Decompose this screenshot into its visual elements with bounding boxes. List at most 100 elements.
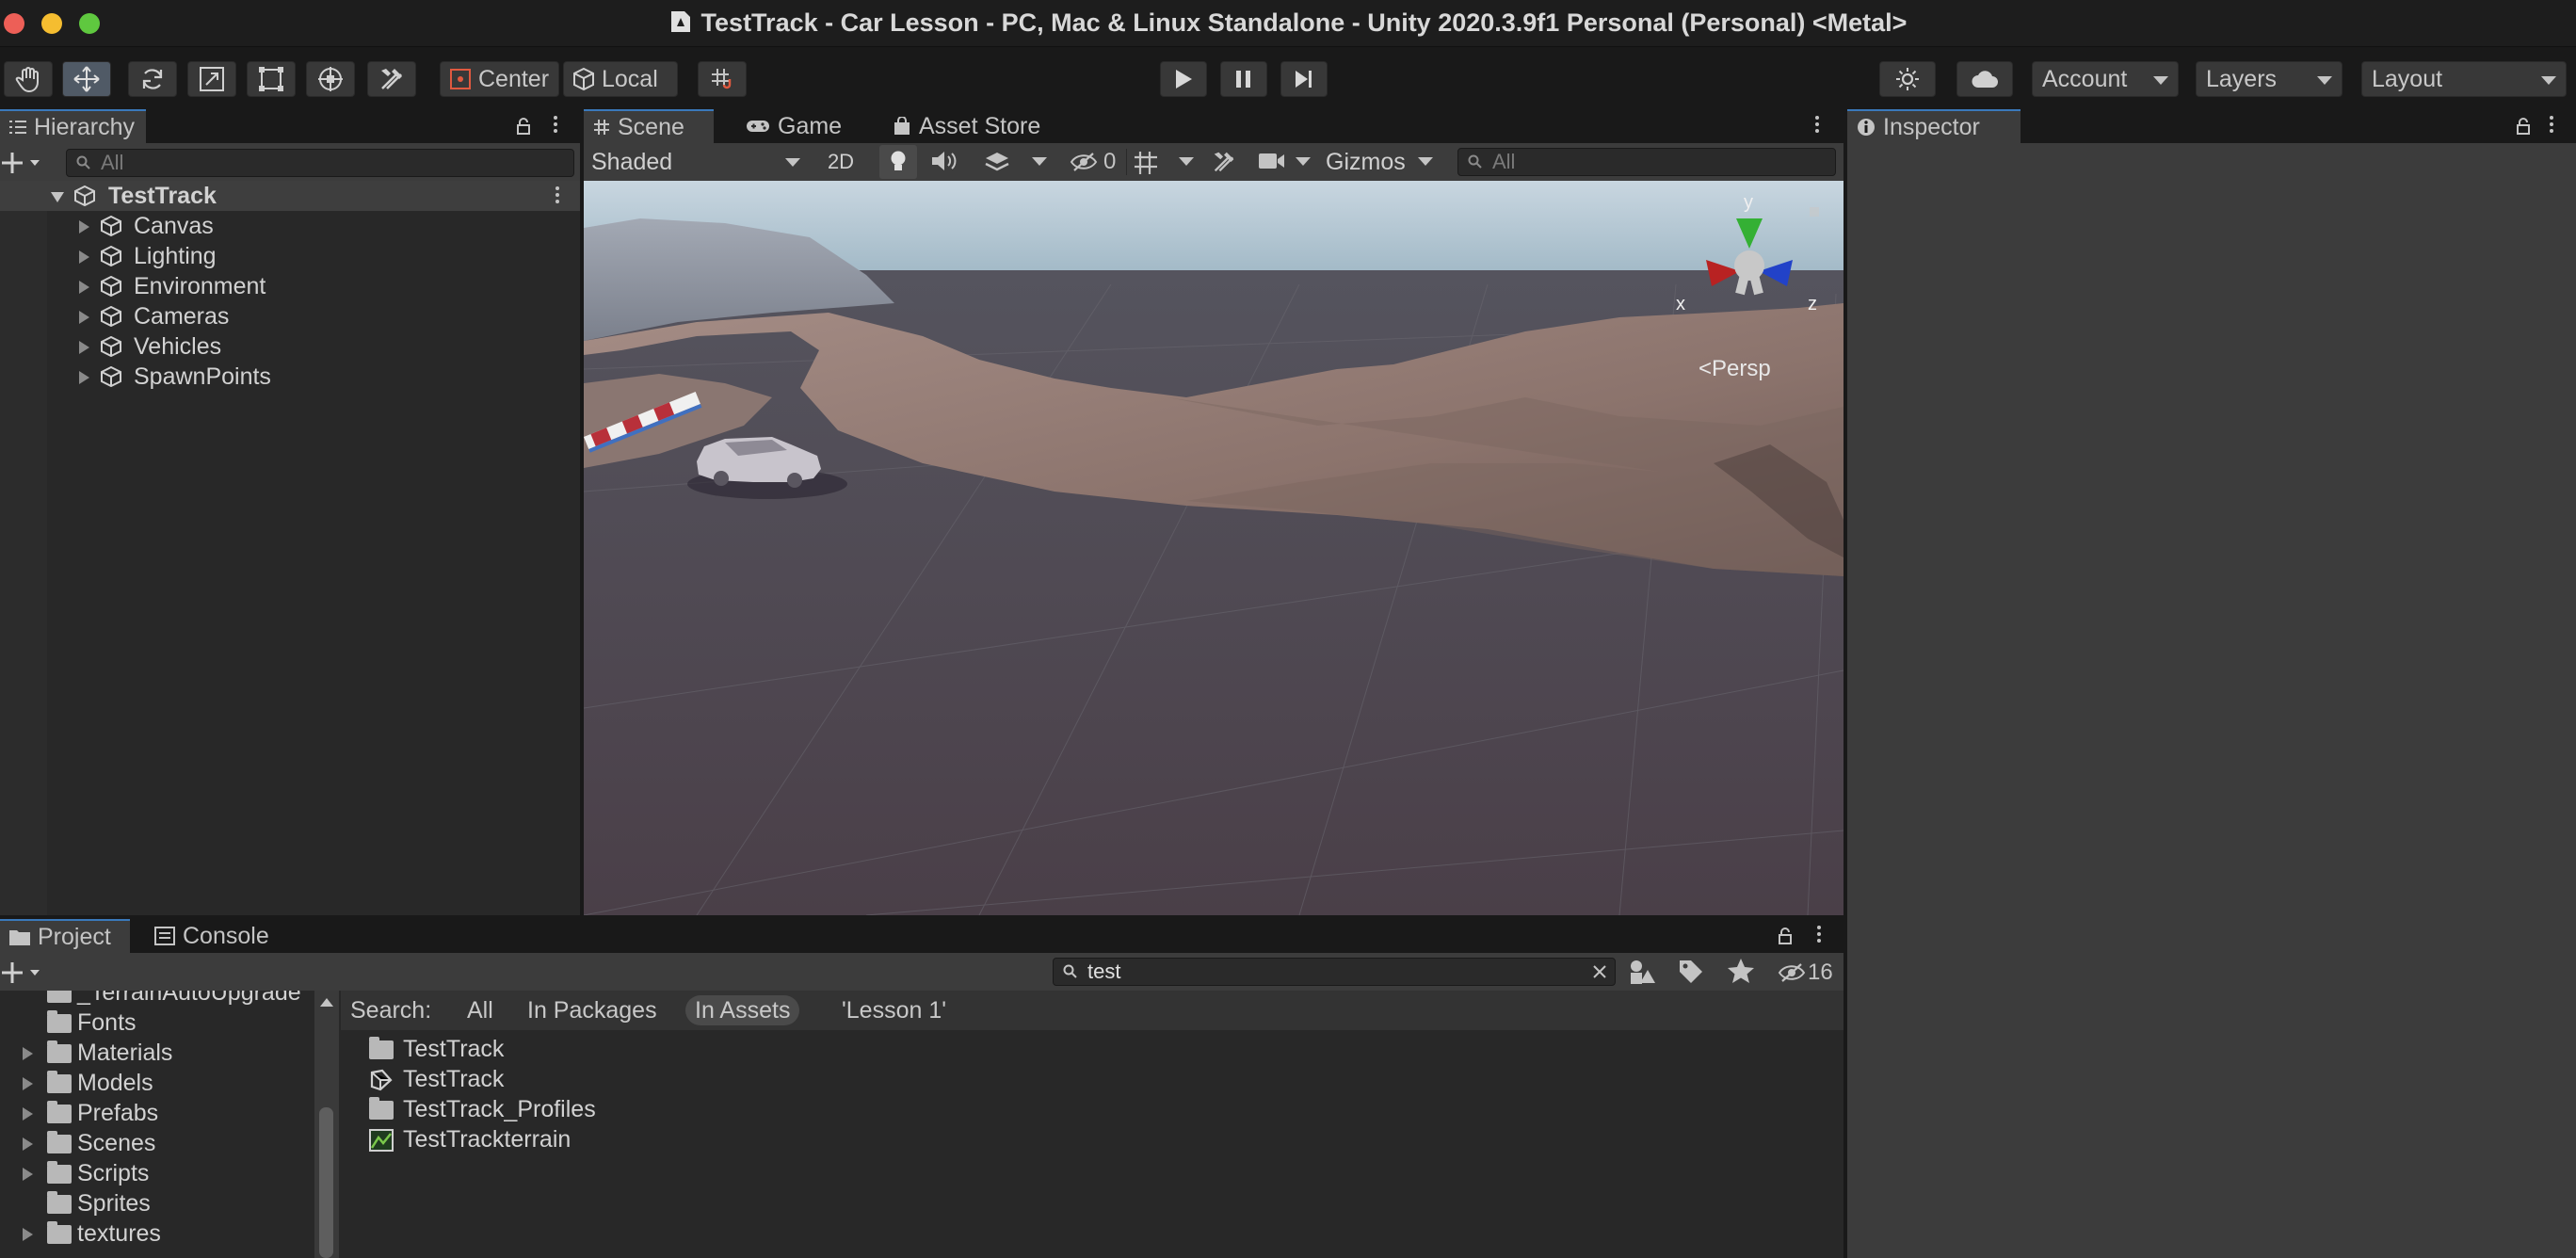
expand-triangle-icon[interactable] [23,1168,33,1181]
gizmos-dropdown-arrow-icon[interactable] [1418,157,1433,166]
hidden-packages-toggle[interactable]: 16 [1778,959,1840,987]
grid-dropdown-arrow-icon[interactable] [1179,157,1194,166]
scrollbar-thumb[interactable] [319,1107,333,1258]
folder-tree-item[interactable]: Fonts [0,1008,314,1038]
folder-tree-item[interactable]: _TerrainAutoUpgrade [0,991,314,1008]
expand-triangle-icon[interactable] [79,250,89,264]
cloud-button[interactable] [1956,61,2013,97]
layers-dropdown[interactable]: Layers [2196,61,2343,97]
hierarchy-search-input[interactable]: All [66,149,574,177]
folder-tree-item[interactable]: Materials [0,1038,314,1068]
step-button[interactable] [1280,61,1328,97]
play-button[interactable] [1160,61,1207,97]
grid-toggle-button[interactable] [1132,149,1160,175]
folder-tree-item[interactable]: Prefabs [0,1098,314,1128]
tab-inspector[interactable]: Inspector [1847,109,2021,143]
expand-triangle-icon[interactable] [23,1228,33,1241]
scene-tools-button[interactable] [1211,149,1237,175]
draw-mode-dropdown[interactable]: Shaded [584,145,810,179]
pivot-mode-button[interactable]: Center [440,61,559,97]
expand-triangle-icon[interactable] [79,281,89,294]
create-add-button[interactable] [2,149,45,177]
inspector-menu-kebab-icon[interactable] [2548,113,2555,137]
create-add-button[interactable] [2,959,45,987]
effects-dropdown-arrow-icon[interactable] [1032,157,1047,166]
tab-console[interactable]: Console [145,919,279,953]
search-result-item[interactable]: TestTrack_Profiles [369,1094,1311,1124]
folder-tree-item[interactable]: Scenes [0,1128,314,1158]
scroll-up-arrow-icon[interactable] [320,998,333,1007]
2d-toggle-button[interactable]: 2D [819,146,862,178]
project-search-input[interactable]: test [1053,958,1616,986]
hierarchy-item-spawnpoints[interactable]: SpawnPoints [0,362,580,392]
tab-game[interactable]: Game [736,109,851,143]
lighting-toggle-button[interactable] [879,145,917,179]
layout-dropdown[interactable]: Layout [2361,61,2567,97]
hierarchy-item-canvas[interactable]: Canvas [0,211,580,241]
gizmos-button[interactable]: Gizmos [1320,145,1409,179]
scale-tool-button[interactable] [187,61,236,97]
hierarchy-item-environment[interactable]: Environment [0,271,580,301]
scene-search-input[interactable]: All [1457,148,1836,176]
camera-dropdown-arrow-icon[interactable] [1296,157,1311,166]
scene-viewport[interactable]: y x z <Persp [584,181,1843,915]
folder-tree-item[interactable]: textures [0,1218,314,1249]
search-result-item[interactable]: TestTrackterrain [369,1124,1311,1154]
hierarchy-item-lighting[interactable]: Lighting [0,241,580,271]
expand-triangle-icon[interactable] [23,1107,33,1121]
search-by-type-button[interactable] [1627,957,1661,991]
expand-triangle-icon[interactable] [23,1077,33,1090]
projection-toggle[interactable]: <Persp [1699,356,1771,382]
expand-triangle-icon[interactable] [23,1047,33,1060]
expand-triangle-icon[interactable] [23,1137,33,1151]
expand-triangle-icon[interactable] [51,192,64,202]
account-dropdown[interactable]: Account [2032,61,2179,97]
tab-asset-store[interactable]: Asset Store [883,109,1050,143]
gizmo-x-label[interactable]: x [1676,294,1685,315]
hierarchy-item-vehicles[interactable]: Vehicles [0,331,580,362]
rect-tool-button[interactable] [247,61,296,97]
transform-tool-button[interactable] [306,61,355,97]
search-result-item[interactable]: TestTrack [369,1034,1311,1064]
lock-icon[interactable] [2516,117,2531,136]
clear-search-icon[interactable] [1592,964,1607,979]
expand-triangle-icon[interactable] [79,311,89,324]
pause-button[interactable] [1220,61,1267,97]
folder-tree-item[interactable]: Sprites [0,1188,314,1218]
hidden-objects-toggle[interactable] [1064,145,1139,179]
custom-tool-button[interactable] [367,61,416,97]
gizmo-z-label[interactable]: z [1808,294,1817,315]
scene-row[interactable]: TestTrack [0,181,580,211]
lock-icon[interactable] [1778,927,1793,945]
folder-tree-item[interactable]: Scripts [0,1158,314,1188]
scene-menu-kebab-icon[interactable] [554,184,561,208]
expand-triangle-icon[interactable] [79,341,89,354]
collab-button[interactable] [1879,61,1936,97]
tab-project[interactable]: Project [0,919,130,953]
scene-menu-kebab-icon[interactable] [1813,113,1821,137]
gizmo-y-label[interactable]: y [1744,192,1753,214]
search-by-label-button[interactable] [1676,957,1710,991]
tab-hierarchy[interactable]: Hierarchy [0,109,146,143]
move-tool-button[interactable] [62,61,111,97]
pivot-rotation-button[interactable]: Local [563,61,678,97]
tab-scene[interactable]: Scene [584,109,714,143]
hierarchy-item-cameras[interactable]: Cameras [0,301,580,331]
search-result-item[interactable]: TestTrack [369,1064,1311,1094]
expand-triangle-icon[interactable] [79,220,89,234]
search-scope-all[interactable]: All [458,995,503,1025]
project-menu-kebab-icon[interactable] [1815,923,1823,947]
folder-tree-item[interactable]: Models [0,1068,314,1098]
audio-toggle-button[interactable] [930,149,958,173]
expand-triangle-icon[interactable] [79,371,89,384]
camera-settings-button[interactable] [1258,151,1286,171]
search-scope-in-packages[interactable]: In Packages [518,995,667,1025]
hand-tool-button[interactable] [4,61,53,97]
hierarchy-menu-kebab-icon[interactable] [552,113,559,137]
folder-tree-scrollbar[interactable] [314,991,339,1258]
effects-toggle-button[interactable] [983,149,1011,173]
favorites-button[interactable] [1727,957,1761,991]
grid-snap-button[interactable] [698,61,747,97]
rotate-tool-button[interactable] [128,61,177,97]
search-scope-folder[interactable]: 'Lesson 1' [832,995,956,1025]
